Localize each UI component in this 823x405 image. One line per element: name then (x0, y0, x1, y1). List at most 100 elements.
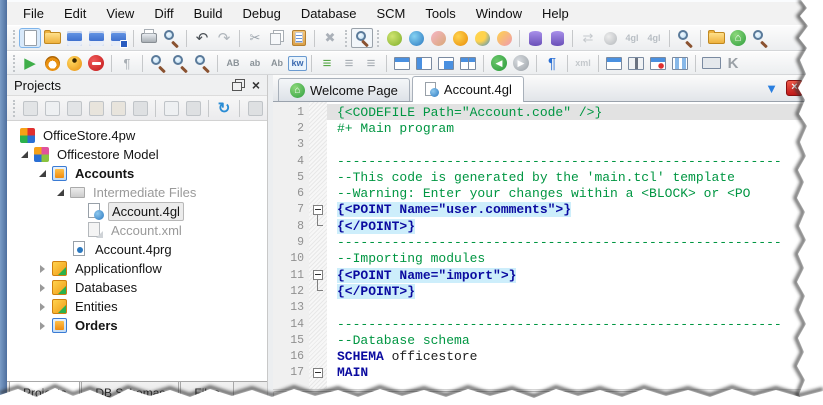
menu-scm[interactable]: SCM (366, 3, 415, 24)
build-icon[interactable] (383, 28, 405, 48)
menu-debug[interactable]: Debug (233, 3, 291, 24)
form-record-icon[interactable] (647, 53, 669, 73)
file-browser-icon[interactable] (705, 28, 727, 48)
run-icon[interactable]: ▶ (19, 53, 41, 73)
code-editor[interactable]: 1 {<CODEFILE Path="Account.code" />} 2 #… (273, 102, 823, 405)
save-as-icon[interactable] (85, 28, 107, 48)
refresh-icon[interactable]: ↻ (213, 98, 235, 118)
code-line[interactable]: 7 {<POINT Name="user.comments">} (273, 202, 823, 218)
split-horizontal-icon[interactable] (391, 53, 413, 73)
reindent-icon[interactable]: ≡ (360, 53, 382, 73)
undock-panel-icon[interactable] (232, 82, 242, 91)
delete-icon[interactable]: ✖ (319, 28, 341, 48)
tree-expander-icon[interactable] (19, 149, 31, 161)
fold-collapse-icon[interactable] (313, 205, 323, 215)
code-line[interactable]: 8 {</POINT>} (273, 218, 823, 234)
menu-diff[interactable]: Diff (144, 3, 183, 24)
scroll-track[interactable] (288, 390, 808, 405)
database-diff-icon[interactable] (599, 28, 621, 48)
redo-icon[interactable]: ↷ (213, 28, 235, 48)
panel-tab-files[interactable]: Files (180, 382, 233, 405)
clean-all-icon[interactable] (493, 28, 515, 48)
tree-expander-icon[interactable] (37, 320, 49, 332)
tree-expander-icon[interactable] (37, 168, 49, 180)
code-line[interactable]: 10 --Importing modules (273, 251, 823, 267)
open-file-icon[interactable] (41, 28, 63, 48)
scroll-right-icon[interactable]: ▶ (808, 391, 823, 405)
tree-item-databases[interactable]: Databases (7, 278, 267, 297)
code-line[interactable]: 3 (273, 137, 823, 153)
panel-tab-db-schemas[interactable]: DB Schemas (81, 382, 179, 405)
print-icon[interactable] (138, 28, 160, 48)
tree-item-account-xml[interactable]: Account.xml (7, 221, 267, 240)
find-in-windows-icon[interactable] (749, 28, 771, 48)
xml-validate-icon[interactable]: xml (572, 53, 594, 73)
tab-welcome-page[interactable]: ⌂ Welcome Page (278, 78, 410, 101)
tree-expander-icon[interactable] (37, 301, 49, 313)
uppercase-icon[interactable]: AB (222, 53, 244, 73)
rebuild-icon[interactable] (449, 28, 471, 48)
capitalize-icon[interactable]: Ab (266, 53, 288, 73)
cut-icon[interactable]: ✂ (244, 28, 266, 48)
show-whitespace-icon[interactable]: ¶ (116, 53, 138, 73)
tree-item-entities[interactable]: Entities (7, 297, 267, 316)
code-line[interactable]: 17 MAIN (273, 365, 823, 381)
code-line[interactable]: 11 {<POINT Name="import">} (273, 267, 823, 283)
tree-item-applicationflow[interactable]: Applicationflow (7, 259, 267, 278)
new-window-icon[interactable] (603, 53, 625, 73)
formatting-marks-icon[interactable]: ¶ (541, 53, 563, 73)
import-database-icon[interactable] (524, 28, 546, 48)
tree-expander-icon[interactable] (55, 187, 67, 199)
undo-icon[interactable]: ↶ (191, 28, 213, 48)
tree-item-accounts[interactable]: Accounts (7, 164, 267, 183)
configure-icon[interactable] (244, 98, 266, 118)
go-first-icon[interactable]: K (722, 53, 744, 73)
menu-tools[interactable]: Tools (415, 3, 465, 24)
find-icon[interactable] (351, 28, 373, 48)
menu-help[interactable]: Help (532, 3, 579, 24)
form-columns-icon[interactable] (669, 53, 691, 73)
code-line[interactable]: 14 -------------------------------------… (273, 316, 823, 332)
new-document-icon[interactable] (19, 28, 41, 48)
save-all-icon[interactable] (107, 28, 129, 48)
close-panel-icon[interactable]: × (252, 80, 260, 90)
new-folder-icon[interactable] (85, 98, 107, 118)
add-library-icon[interactable] (182, 98, 204, 118)
code-line[interactable]: 5 --This code is generated by the 'main.… (273, 169, 823, 185)
scroll-up-icon[interactable]: ▲ (809, 102, 823, 117)
code-line[interactable]: 12 {</POINT>} (273, 283, 823, 299)
form-vertical-icon[interactable] (625, 53, 647, 73)
compile-4gl-icon[interactable]: 4gl (621, 28, 643, 48)
tab-list-dropdown-icon[interactable]: ▼ (757, 81, 786, 96)
welcome-page-icon[interactable]: ⌂ (727, 28, 749, 48)
code-line[interactable]: 6 --Warning: Enter your changes within a… (273, 185, 823, 201)
new-group-icon[interactable] (107, 98, 129, 118)
fold-collapse-icon[interactable] (313, 368, 323, 378)
menu-build[interactable]: Build (184, 3, 233, 24)
scroll-left-icon[interactable]: ◀ (273, 391, 288, 405)
tree-item-officestore-model[interactable]: Officestore Model (7, 145, 267, 164)
build-all-icon[interactable] (405, 28, 427, 48)
scroll-down-icon[interactable]: ▼ (809, 374, 823, 389)
tree-item-orders[interactable]: Orders (7, 316, 267, 335)
tree-item-intermediate-files[interactable]: Intermediate Files (7, 183, 267, 202)
outdent-icon[interactable]: ≡ (338, 53, 360, 73)
build-project-icon[interactable] (19, 98, 41, 118)
package-icon[interactable] (129, 98, 151, 118)
print-preview-icon[interactable] (160, 28, 182, 48)
code-line[interactable]: 13 (273, 300, 823, 316)
code-line[interactable]: 15 --Database schema (273, 332, 823, 348)
panel-tab-projects[interactable]: Projects (9, 382, 80, 405)
code-line[interactable]: 16 SCHEMA officestore (273, 348, 823, 364)
new-file-icon[interactable] (41, 98, 63, 118)
horizontal-scrollbar[interactable]: ◀ ▶ (273, 389, 823, 405)
cascade-windows-icon[interactable] (435, 53, 457, 73)
code-line[interactable]: 1 {<CODEFILE Path="Account.code" />} (273, 104, 823, 120)
save-icon[interactable] (63, 28, 85, 48)
horizontal-scroll-thumb[interactable] (296, 391, 646, 404)
split-vertical-icon[interactable] (413, 53, 435, 73)
zoom-in-icon[interactable] (169, 53, 191, 73)
search-in-files-icon[interactable] (674, 28, 696, 48)
tree-item-officestore-4pw[interactable]: OfficeStore.4pw (7, 126, 267, 145)
new-program-icon[interactable] (63, 98, 85, 118)
